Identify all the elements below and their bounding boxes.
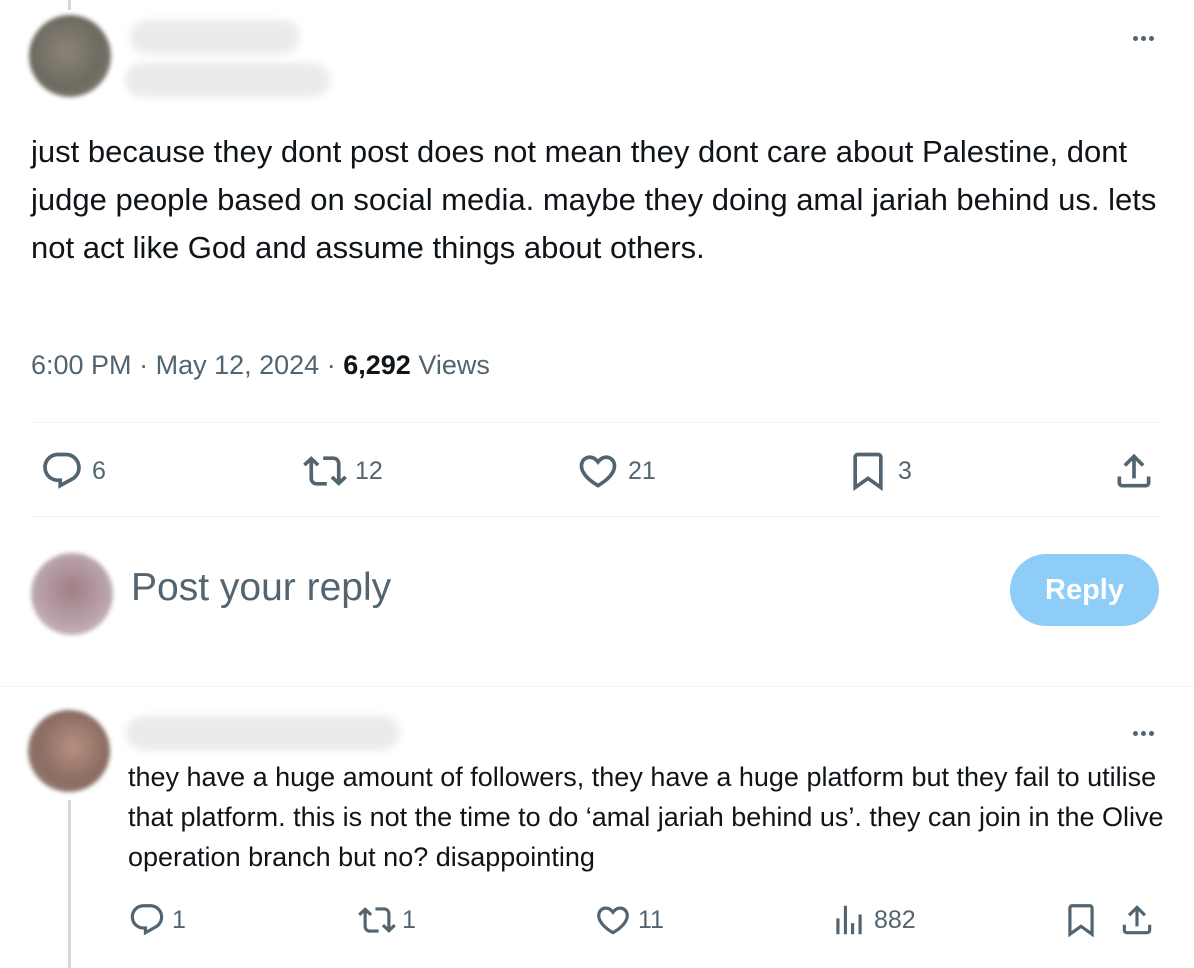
like-count: 21 [628, 456, 656, 485]
views-action[interactable]: 882 [830, 901, 916, 939]
repost-action[interactable]: 1 [358, 901, 416, 939]
bookmark-count: 3 [898, 456, 912, 485]
thread-line [68, 800, 71, 968]
share-icon [1122, 905, 1152, 935]
bookmark-icon [853, 452, 883, 492]
tweet-date[interactable]: May 12, 2024 [156, 350, 320, 380]
views-icon [836, 905, 862, 935]
meta-separator: · [326, 350, 336, 380]
author-name-redacted[interactable] [130, 20, 300, 54]
share-icon [1117, 453, 1151, 488]
views-label: Views [418, 350, 490, 380]
repost-action[interactable]: 12 [303, 449, 383, 493]
reply-count: 6 [92, 456, 106, 485]
share-action[interactable] [1112, 449, 1156, 493]
reply-icon [43, 452, 81, 489]
bookmark-action[interactable] [1062, 901, 1100, 939]
reply-action[interactable]: 6 [40, 449, 106, 493]
divider [31, 516, 1162, 517]
repost-icon [303, 456, 347, 486]
repost-count: 1 [402, 905, 416, 934]
views-count: 6,292 [343, 350, 411, 380]
like-count: 11 [638, 905, 664, 934]
bookmark-icon [1068, 904, 1094, 938]
share-action[interactable] [1118, 901, 1156, 939]
divider [31, 422, 1162, 423]
reply-author-avatar[interactable] [28, 710, 110, 792]
author-handle-redacted[interactable] [125, 63, 330, 97]
repost-count: 12 [355, 456, 383, 485]
views-count: 882 [874, 905, 916, 934]
reply-count: 1 [172, 905, 186, 934]
repost-icon [358, 907, 396, 933]
reply-input[interactable] [131, 566, 951, 610]
like-icon [579, 455, 617, 488]
tweet-time[interactable]: 6:00 PM [31, 350, 132, 380]
current-user-avatar[interactable] [31, 553, 113, 635]
more-icon[interactable] [1126, 28, 1160, 48]
thread-line [68, 0, 71, 10]
reply-author-name-redacted[interactable] [126, 716, 400, 750]
meta-separator: · [139, 350, 149, 380]
tweet-meta: 6:00 PM · May 12, 2024 · 6,292 Views [31, 350, 490, 381]
like-action[interactable]: 11 [594, 901, 664, 939]
bookmark-action[interactable]: 3 [846, 449, 912, 493]
tweet-text: just because they dont post does not mea… [31, 134, 1157, 265]
reply-button[interactable]: Reply [1010, 554, 1159, 626]
like-action[interactable]: 21 [576, 449, 656, 493]
like-icon [597, 906, 629, 935]
reply-text: they have a huge amount of followers, th… [128, 762, 1164, 872]
reply-action[interactable]: 1 [128, 901, 186, 939]
more-icon[interactable] [1126, 723, 1160, 743]
author-avatar[interactable] [29, 15, 111, 97]
reply-icon [130, 904, 164, 936]
divider [0, 686, 1194, 687]
